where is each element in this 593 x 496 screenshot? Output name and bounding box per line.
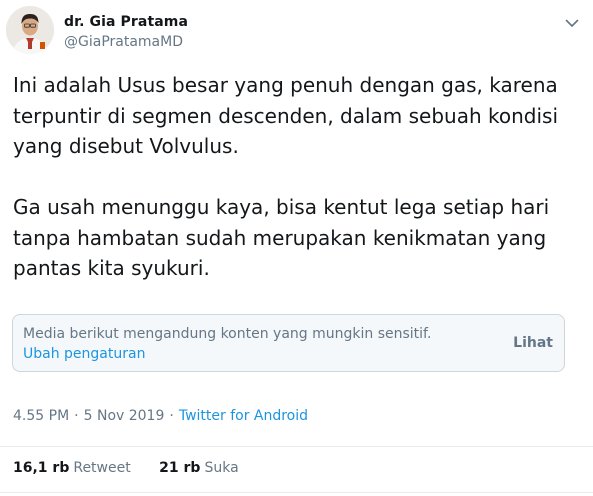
meta-separator-2: · — [169, 408, 174, 424]
likes-stat[interactable]: 21 rb Suka — [159, 460, 239, 476]
likes-label: Suka — [204, 460, 239, 476]
tweet-text: Ini adalah Usus besar yang penuh dengan … — [13, 70, 579, 284]
tweet-source-link[interactable]: Twitter for Android — [179, 408, 308, 424]
sensitive-warning-text: Media berikut mengandung konten yang mun… — [23, 326, 432, 342]
tweet-card: dr. Gia Pratama @GiaPratamaMD Ini adalah… — [0, 0, 593, 496]
view-media-button[interactable]: Lihat — [513, 335, 553, 351]
tweet-paragraph-1: Ini adalah Usus besar yang penuh dengan … — [13, 73, 559, 158]
tweet-stats: 16,1 rb Retweet 21 rb Suka — [13, 460, 239, 476]
meta-separator: · — [74, 408, 79, 424]
author-name[interactable]: dr. Gia Pratama — [64, 14, 188, 30]
tweet-paragraph-2: Ga usah menunggu kaya, bisa kentut lega … — [13, 195, 550, 280]
divider — [0, 446, 593, 447]
retweets-count: 16,1 rb — [13, 460, 70, 476]
retweets-label: Retweet — [73, 460, 131, 476]
tweet-time[interactable]: 4.55 PM — [13, 408, 69, 424]
author-handle[interactable]: @GiaPratamaMD — [64, 34, 183, 50]
change-settings-link[interactable]: Ubah pengaturan — [23, 346, 145, 362]
avatar[interactable] — [6, 6, 54, 54]
sensitive-media-notice: Media berikut mengandung konten yang mun… — [12, 314, 565, 372]
sensitive-media-message: Media berikut mengandung konten yang mun… — [23, 324, 463, 364]
likes-count: 21 rb — [159, 460, 201, 476]
more-options-button[interactable] — [563, 14, 581, 32]
tweet-date[interactable]: 5 Nov 2019 — [84, 408, 165, 424]
tweet-metadata: 4.55 PM · 5 Nov 2019 · Twitter for Android — [13, 408, 308, 424]
chevron-down-icon — [565, 19, 579, 27]
avatar-image — [6, 6, 54, 54]
divider-bottom — [0, 492, 593, 493]
retweets-stat[interactable]: 16,1 rb Retweet — [13, 460, 131, 476]
